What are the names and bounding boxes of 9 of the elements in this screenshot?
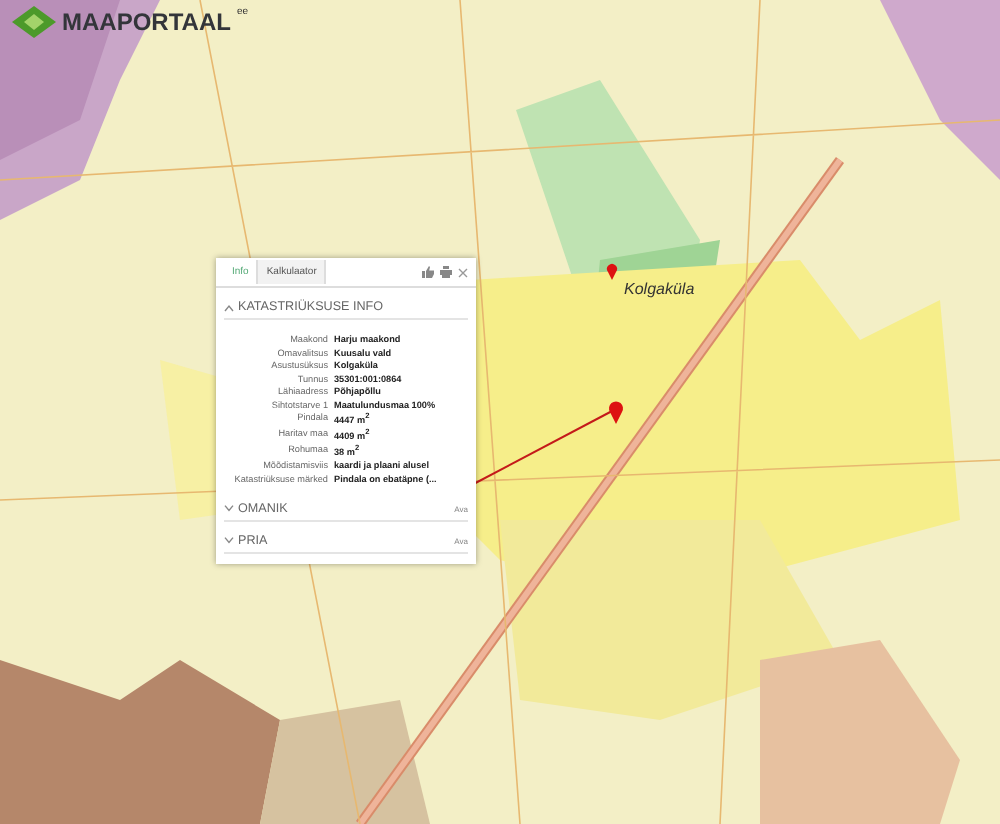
place-label: Kolgaküla xyxy=(624,280,695,298)
chevron-icon xyxy=(224,303,234,311)
thumbs-up-icon[interactable] xyxy=(422,266,434,278)
chevron-icon xyxy=(224,536,234,545)
logo-text: MAAPORTAAL xyxy=(62,8,231,36)
print-icon[interactable] xyxy=(440,266,452,278)
close-icon[interactable] xyxy=(458,267,468,277)
chevron-icon xyxy=(224,504,234,513)
logo-icon xyxy=(12,6,56,38)
